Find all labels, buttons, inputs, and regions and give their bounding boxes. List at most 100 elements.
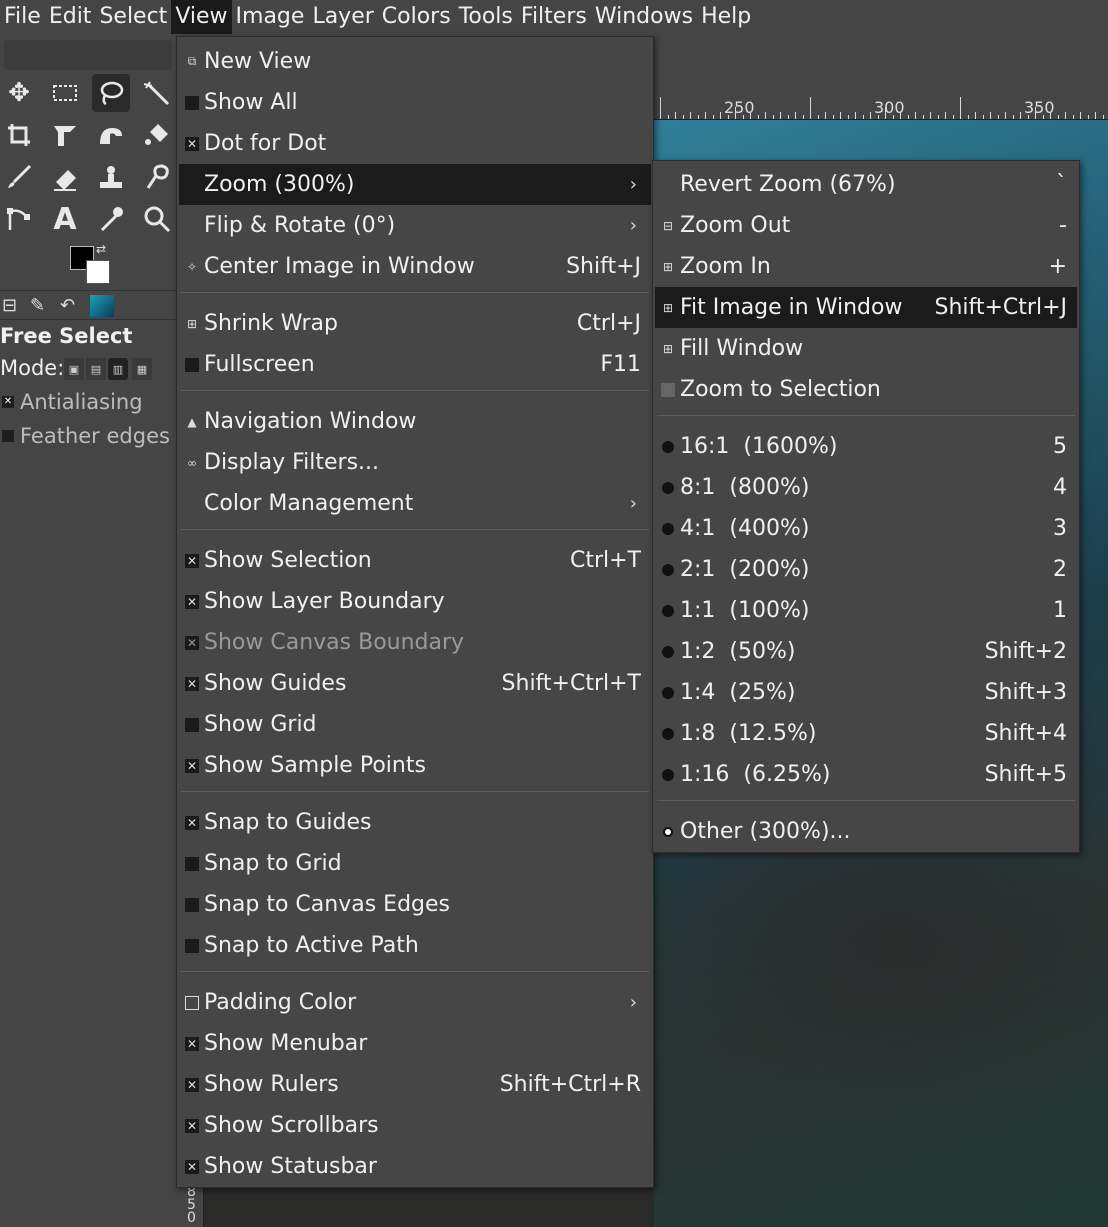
ruler-tick xyxy=(960,97,961,119)
swap-colors-icon[interactable]: ⇄ xyxy=(96,242,106,256)
radio-dot-icon xyxy=(662,522,674,535)
menu-tools[interactable]: Tools xyxy=(455,0,517,34)
menu-item-zoom-1-8[interactable]: 1:8 (12.5%) Shift+4 xyxy=(655,713,1077,754)
rect-select-tool-icon[interactable] xyxy=(46,74,84,112)
free-select-tool-icon[interactable] xyxy=(92,74,130,112)
menu-item-shortcut: 4 xyxy=(1053,475,1067,500)
background-color-swatch[interactable] xyxy=(86,260,110,284)
fuzzy-select-tool-icon[interactable] xyxy=(138,74,176,112)
zoom-tool-icon[interactable] xyxy=(138,200,176,238)
menu-item-label: Zoom to Selection xyxy=(680,377,881,402)
menu-item-zoom-in[interactable]: ⊞ Zoom In + xyxy=(655,246,1077,287)
menu-item-shrink-wrap[interactable]: ⊞ Shrink Wrap Ctrl+J xyxy=(179,303,651,344)
images-tab-icon[interactable] xyxy=(90,295,114,317)
feather-edges-checkbox[interactable] xyxy=(2,430,14,442)
menu-item-show-statusbar[interactable]: ✕ Show Statusbar xyxy=(179,1146,651,1187)
move-tool-icon[interactable]: ✥ xyxy=(0,74,38,112)
menu-item-show-sample-points[interactable]: ✕ Show Sample Points xyxy=(179,745,651,786)
ruler-tick xyxy=(765,112,766,119)
menu-item-color-management[interactable]: Color Management › xyxy=(179,483,651,524)
new-view-icon: ⧉ xyxy=(187,54,197,68)
menu-view[interactable]: View xyxy=(171,0,232,34)
menu-item-fit-image-in-window[interactable]: ⊞ Fit Image in Window Shift+Ctrl+J xyxy=(655,287,1077,328)
menu-help[interactable]: Help xyxy=(697,0,755,34)
menu-item-show-menubar[interactable]: ✕ Show Menubar xyxy=(179,1023,651,1064)
menu-item-show-rulers[interactable]: ✕ Show Rulers Shift+Ctrl+R xyxy=(179,1064,651,1105)
radio-dot-icon xyxy=(662,645,674,658)
menu-item-zoom-out[interactable]: ⊟ Zoom Out - xyxy=(655,205,1077,246)
menu-item-zoom-16-1[interactable]: 16:1 (1600%) 5 xyxy=(655,426,1077,467)
device-status-icon[interactable]: ⊟ xyxy=(2,295,17,316)
paths-tool-icon[interactable] xyxy=(0,200,38,238)
menu-item-zoom-1-1[interactable]: 1:1 (100%) 1 xyxy=(655,590,1077,631)
menu-item-center-image[interactable]: ✧ Center Image in Window Shift+J xyxy=(179,246,651,287)
menu-item-fullscreen[interactable]: Fullscreen F11 xyxy=(179,344,651,385)
menu-item-fill-window[interactable]: ⊞ Fill Window xyxy=(655,328,1077,369)
menu-item-zoom-8-1[interactable]: 8:1 (800%) 4 xyxy=(655,467,1077,508)
menu-item-snap-to-grid[interactable]: Snap to Grid xyxy=(179,843,651,884)
menu-item-zoom-1-4[interactable]: 1:4 (25%) Shift+3 xyxy=(655,672,1077,713)
warp-transform-tool-icon[interactable] xyxy=(92,116,130,154)
mode-add-icon[interactable]: ▤ xyxy=(86,358,106,380)
menu-item-display-filters[interactable]: ∞ Display Filters... xyxy=(179,442,651,483)
smudge-tool-icon[interactable] xyxy=(138,158,176,196)
horizontal-ruler[interactable]: 250 300 350 xyxy=(654,96,1108,120)
eraser-tool-icon[interactable] xyxy=(46,158,84,196)
paintbrush-tool-icon[interactable] xyxy=(0,158,38,196)
menu-item-zoom-4-1[interactable]: 4:1 (400%) 3 xyxy=(655,508,1077,549)
menu-item-show-grid[interactable]: Show Grid xyxy=(179,704,651,745)
menu-item-dot-for-dot[interactable]: ✕ Dot for Dot xyxy=(179,123,651,164)
menu-item-show-all[interactable]: Show All xyxy=(179,82,651,123)
feather-edges-option[interactable]: Feather edges xyxy=(0,424,170,448)
radio-dot-icon xyxy=(662,440,674,453)
mode-replace-icon[interactable]: ▣ xyxy=(64,358,84,380)
text-tool-icon[interactable]: A xyxy=(46,200,84,238)
menu-item-label: 16:1 (1600%) xyxy=(680,434,838,459)
menu-item-shortcut: Ctrl+J xyxy=(576,311,641,336)
menu-colors[interactable]: Colors xyxy=(378,0,455,34)
menu-item-snap-to-active-path[interactable]: Snap to Active Path xyxy=(179,925,651,966)
menu-item-zoom-1-2[interactable]: 1:2 (50%) Shift+2 xyxy=(655,631,1077,672)
menu-item-zoom-other[interactable]: Other (300%)... xyxy=(655,811,1077,852)
menu-file[interactable]: File xyxy=(0,0,45,34)
checkbox-unchecked-icon xyxy=(185,897,199,912)
mode-intersect-icon[interactable]: ▦ xyxy=(132,358,152,380)
canvas-lower-area[interactable] xyxy=(204,1186,654,1227)
menu-item-show-selection[interactable]: ✕ Show Selection Ctrl+T xyxy=(179,540,651,581)
menu-select[interactable]: Select xyxy=(95,0,171,34)
menu-item-flip-rotate[interactable]: Flip & Rotate (0°) › xyxy=(179,205,651,246)
mode-subtract-icon[interactable]: ▥ xyxy=(108,358,128,380)
menu-item-zoom-2-1[interactable]: 2:1 (200%) 2 xyxy=(655,549,1077,590)
menu-item-navigation-window[interactable]: ▲ Navigation Window xyxy=(179,401,651,442)
antialiasing-option[interactable]: ✕ Antialiasing xyxy=(0,390,143,414)
menu-filters[interactable]: Filters xyxy=(517,0,591,34)
ruler-tick xyxy=(1005,112,1006,119)
tool-options-icon[interactable]: ✎ xyxy=(30,295,45,316)
crop-tool-icon[interactable] xyxy=(0,116,38,154)
antialiasing-label: Antialiasing xyxy=(20,390,143,414)
menu-item-zoom[interactable]: Zoom (300%) › xyxy=(179,164,651,205)
menu-item-label: Show Sample Points xyxy=(204,753,426,778)
menu-image[interactable]: Image xyxy=(232,0,309,34)
color-picker-tool-icon[interactable] xyxy=(92,200,130,238)
antialiasing-checkbox[interactable]: ✕ xyxy=(2,396,14,408)
menu-item-padding-color[interactable]: Padding Color › xyxy=(179,982,651,1023)
menu-item-show-layer-boundary[interactable]: ✕ Show Layer Boundary xyxy=(179,581,651,622)
menu-layer[interactable]: Layer xyxy=(308,0,377,34)
unified-transform-tool-icon[interactable] xyxy=(46,116,84,154)
undo-history-icon[interactable]: ↶ xyxy=(60,295,75,316)
feather-edges-label: Feather edges xyxy=(20,424,170,448)
menu-item-zoom-to-selection[interactable]: Zoom to Selection xyxy=(655,369,1077,410)
menu-item-snap-to-guides[interactable]: ✕ Snap to Guides xyxy=(179,802,651,843)
menu-item-show-guides[interactable]: ✕ Show Guides Shift+Ctrl+T xyxy=(179,663,651,704)
menu-item-show-scrollbars[interactable]: ✕ Show Scrollbars xyxy=(179,1105,651,1146)
menu-item-new-view[interactable]: ⧉ New View xyxy=(179,41,651,82)
menu-windows[interactable]: Windows xyxy=(591,0,697,34)
clone-tool-icon[interactable] xyxy=(92,158,130,196)
menu-edit[interactable]: Edit xyxy=(45,0,96,34)
bucket-fill-tool-icon[interactable] xyxy=(138,116,176,154)
menu-item-shortcut: Shift+Ctrl+T xyxy=(501,671,641,696)
menu-item-revert-zoom[interactable]: Revert Zoom (67%) ` xyxy=(655,164,1077,205)
menu-item-zoom-1-16[interactable]: 1:16 (6.25%) Shift+5 xyxy=(655,754,1077,795)
menu-item-snap-to-canvas-edges[interactable]: Snap to Canvas Edges xyxy=(179,884,651,925)
